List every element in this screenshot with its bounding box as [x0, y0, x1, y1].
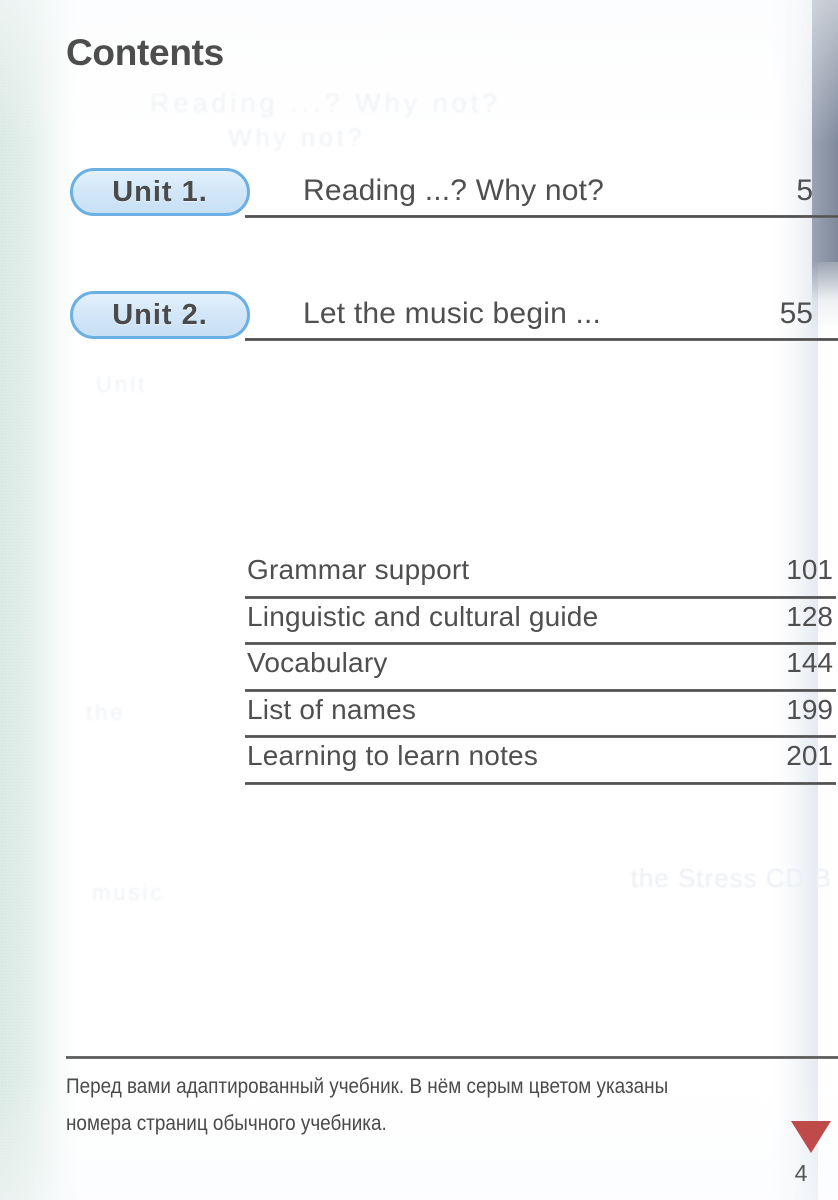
toc-entry-row: Vocabulary 144: [245, 645, 836, 692]
toc-entry-label: List of names: [247, 693, 417, 725]
book-page: Reading ...? Why not? Why not? Unit the …: [0, 0, 838, 1200]
toc-entry-page: 128: [786, 600, 833, 632]
unit-badge: Unit 2.: [70, 291, 250, 339]
toc-entry-page: 144: [786, 647, 833, 678]
toc-entry-row: List of names 199: [245, 692, 836, 738]
toc-entry-label: Learning to learn notes: [247, 740, 539, 771]
footer-divider: [66, 1056, 838, 1059]
footer-note: Перед вами адаптированный учебник. В нём…: [66, 1075, 669, 1135]
unit-title: Reading ...? Why not?: [303, 174, 605, 207]
unit-badge: Unit 1.: [70, 168, 250, 216]
toc-entry-row: Grammar support 101: [245, 552, 836, 599]
toc-unit-row: Unit 1. Reading ...? Why not? 5: [0, 168, 838, 230]
unit-badge-label: Unit 2.: [112, 298, 208, 331]
toc-entry-label: Vocabulary: [247, 647, 388, 678]
toc-entry-label: Linguistic and cultural guide: [247, 600, 599, 632]
unit-badge-label: Unit 1.: [112, 175, 208, 208]
toc-entry-page: 101: [786, 554, 833, 585]
page-folio-number: 4: [794, 1160, 808, 1186]
unit-rule: [245, 338, 838, 341]
toc-entry-row: Learning to learn notes 201: [245, 738, 836, 785]
unit-page-number: 5: [796, 174, 813, 207]
unit-rule: [245, 215, 838, 218]
backmatter-list: Grammar support 101 Linguistic and cultu…: [245, 552, 836, 785]
toc-entry-row: Linguistic and cultural guide 128: [245, 599, 836, 645]
toc-entry-page: 199: [786, 693, 833, 725]
page-title: Contents: [66, 32, 224, 73]
toc-unit-row: Unit 2. Let the music begin ... 55: [0, 291, 838, 353]
toc-entry-rule: [245, 781, 836, 785]
triangle-marker-icon: [791, 1121, 831, 1153]
toc-entry-page: 201: [786, 740, 833, 771]
unit-page-number: 55: [779, 297, 813, 330]
unit-title: Let the music begin ...: [303, 297, 602, 330]
toc-entry-label: Grammar support: [247, 554, 470, 585]
